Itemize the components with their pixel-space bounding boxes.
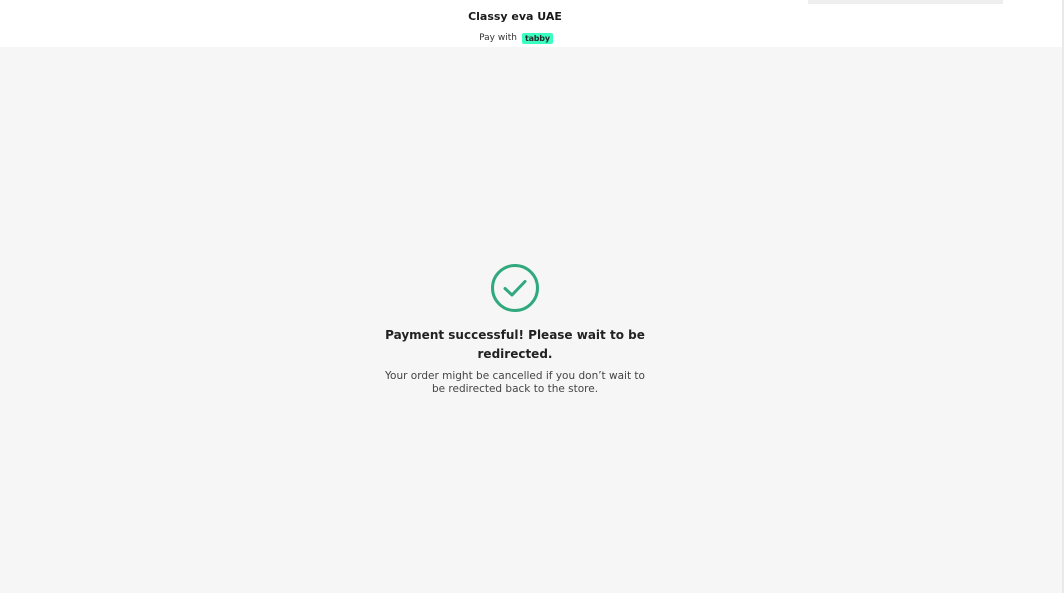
header-strip xyxy=(808,0,1003,4)
merchant-name: Classy eva UAE xyxy=(468,10,562,23)
check-circle-icon xyxy=(491,264,539,312)
pay-with-row: Pay with tabby xyxy=(479,32,553,45)
pay-with-label: Pay with xyxy=(479,33,517,43)
merchant-info: Classy eva UAE Pay with tabby xyxy=(0,9,1030,45)
checkout-header: Classy eva UAE Pay with tabby xyxy=(0,0,1064,47)
tabby-logo: tabby xyxy=(521,33,553,44)
status-subtitle: Your order might be cancelled if you don… xyxy=(385,370,645,395)
status-title: Payment successful! Please wait to be re… xyxy=(385,328,645,361)
payment-status: Payment successful! Please wait to be re… xyxy=(385,263,645,396)
